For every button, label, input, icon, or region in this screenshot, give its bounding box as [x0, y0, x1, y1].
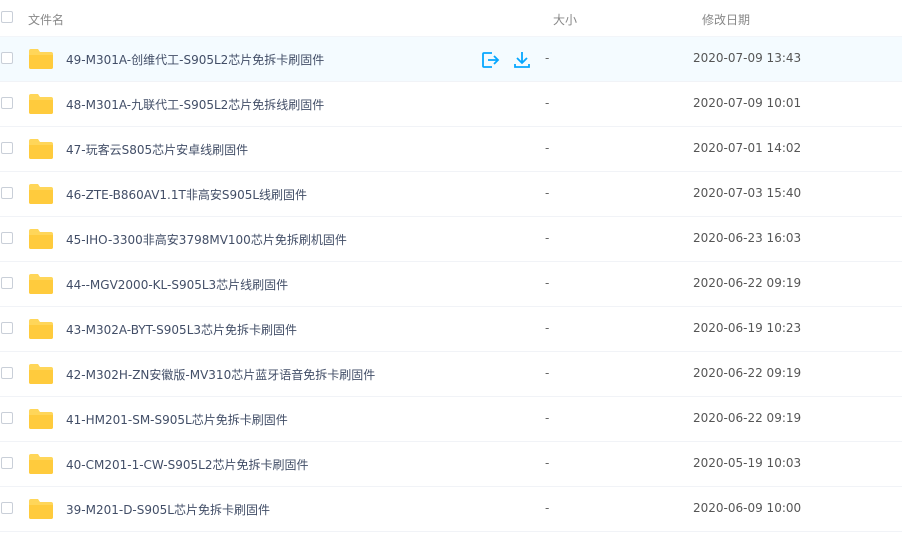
- file-date: 2020-06-22 09:19: [693, 366, 802, 380]
- file-size: -: [545, 321, 550, 335]
- file-date: 2020-07-03 15:40: [693, 186, 802, 200]
- file-date: 2020-07-09 13:43: [693, 51, 802, 65]
- select-all-checkbox[interactable]: [1, 11, 13, 23]
- file-name[interactable]: 39-M201-D-S905L芯片免拆卡刷固件: [66, 501, 270, 518]
- row-checkbox[interactable]: [1, 412, 13, 424]
- row-checkbox[interactable]: [1, 367, 13, 379]
- file-row[interactable]: 41-HM201-SM-S905L芯片免拆卡刷固件 - 2020-06-22 0…: [0, 397, 902, 442]
- file-name[interactable]: 44--MGV2000-KL-S905L3芯片线刷固件: [66, 276, 288, 293]
- file-size: -: [545, 231, 550, 245]
- file-date: 2020-06-22 09:19: [693, 276, 802, 290]
- folder-icon: [29, 229, 53, 249]
- file-name[interactable]: 48-M301A-九联代工-S905L2芯片免拆线刷固件: [66, 96, 324, 113]
- folder-icon: [29, 49, 53, 69]
- folder-icon: [29, 499, 53, 519]
- folder-icon: [29, 319, 53, 339]
- folder-icon: [29, 94, 53, 114]
- folder-icon: [29, 184, 53, 204]
- column-header-size[interactable]: 大小: [553, 11, 577, 28]
- file-date: 2020-07-01 14:02: [693, 141, 802, 155]
- row-checkbox[interactable]: [1, 97, 13, 109]
- file-size: -: [545, 96, 550, 110]
- file-row[interactable]: 40-CM201-1-CW-S905L2芯片免拆卡刷固件 - 2020-05-1…: [0, 442, 902, 487]
- file-date: 2020-06-19 10:23: [693, 321, 802, 335]
- file-size: -: [545, 366, 550, 380]
- file-list-header: 文件名 大小 修改日期: [0, 0, 902, 37]
- file-row[interactable]: 49-M301A-创维代工-S905L2芯片免拆卡刷固件 - 2020-07-0…: [0, 37, 902, 82]
- folder-icon: [29, 409, 53, 429]
- column-header-name[interactable]: 文件名: [28, 11, 64, 28]
- row-checkbox[interactable]: [1, 52, 13, 64]
- file-row[interactable]: 47-玩客云S805芯片安卓线刷固件 - 2020-07-01 14:02: [0, 127, 902, 172]
- file-date: 2020-05-19 10:03: [693, 456, 802, 470]
- file-size: -: [545, 51, 550, 65]
- file-name[interactable]: 42-M302H-ZN安徽版-MV310芯片蓝牙语音免拆卡刷固件: [66, 366, 375, 383]
- file-date: 2020-06-23 16:03: [693, 231, 802, 245]
- file-date: 2020-07-09 10:01: [693, 96, 802, 110]
- file-name[interactable]: 41-HM201-SM-S905L芯片免拆卡刷固件: [66, 411, 288, 428]
- file-row[interactable]: 43-M302A-BYT-S905L3芯片免拆卡刷固件 - 2020-06-19…: [0, 307, 902, 352]
- row-checkbox[interactable]: [1, 322, 13, 334]
- row-checkbox[interactable]: [1, 457, 13, 469]
- file-size: -: [545, 501, 550, 515]
- folder-icon: [29, 454, 53, 474]
- file-name[interactable]: 46-ZTE-B860AV1.1T非高安S905L线刷固件: [66, 186, 307, 203]
- folder-icon: [29, 274, 53, 294]
- file-size: -: [545, 456, 550, 470]
- file-row[interactable]: 42-M302H-ZN安徽版-MV310芯片蓝牙语音免拆卡刷固件 - 2020-…: [0, 352, 902, 397]
- file-size: -: [545, 186, 550, 200]
- file-list: 49-M301A-创维代工-S905L2芯片免拆卡刷固件 - 2020-07-0…: [0, 37, 902, 532]
- file-row[interactable]: 39-M201-D-S905L芯片免拆卡刷固件 - 2020-06-09 10:…: [0, 487, 902, 532]
- share-icon[interactable]: [480, 50, 500, 70]
- row-checkbox[interactable]: [1, 277, 13, 289]
- folder-icon: [29, 139, 53, 159]
- row-checkbox[interactable]: [1, 502, 13, 514]
- file-size: -: [545, 411, 550, 425]
- file-name[interactable]: 49-M301A-创维代工-S905L2芯片免拆卡刷固件: [66, 51, 324, 68]
- row-actions: [480, 50, 532, 70]
- file-name[interactable]: 40-CM201-1-CW-S905L2芯片免拆卡刷固件: [66, 456, 308, 473]
- file-name[interactable]: 47-玩客云S805芯片安卓线刷固件: [66, 141, 248, 158]
- file-date: 2020-06-09 10:00: [693, 501, 802, 515]
- download-icon[interactable]: [512, 50, 532, 70]
- file-row[interactable]: 46-ZTE-B860AV1.1T非高安S905L线刷固件 - 2020-07-…: [0, 172, 902, 217]
- file-row[interactable]: 48-M301A-九联代工-S905L2芯片免拆线刷固件 - 2020-07-0…: [0, 82, 902, 127]
- column-header-date[interactable]: 修改日期: [702, 11, 750, 28]
- file-name[interactable]: 43-M302A-BYT-S905L3芯片免拆卡刷固件: [66, 321, 297, 338]
- file-size: -: [545, 276, 550, 290]
- row-checkbox[interactable]: [1, 187, 13, 199]
- file-date: 2020-06-22 09:19: [693, 411, 802, 425]
- file-size: -: [545, 141, 550, 155]
- row-checkbox[interactable]: [1, 142, 13, 154]
- row-checkbox[interactable]: [1, 232, 13, 244]
- file-row[interactable]: 45-IHO-3300非高安3798MV100芯片免拆刷机固件 - 2020-0…: [0, 217, 902, 262]
- folder-icon: [29, 364, 53, 384]
- file-row[interactable]: 44--MGV2000-KL-S905L3芯片线刷固件 - 2020-06-22…: [0, 262, 902, 307]
- file-name[interactable]: 45-IHO-3300非高安3798MV100芯片免拆刷机固件: [66, 231, 347, 248]
